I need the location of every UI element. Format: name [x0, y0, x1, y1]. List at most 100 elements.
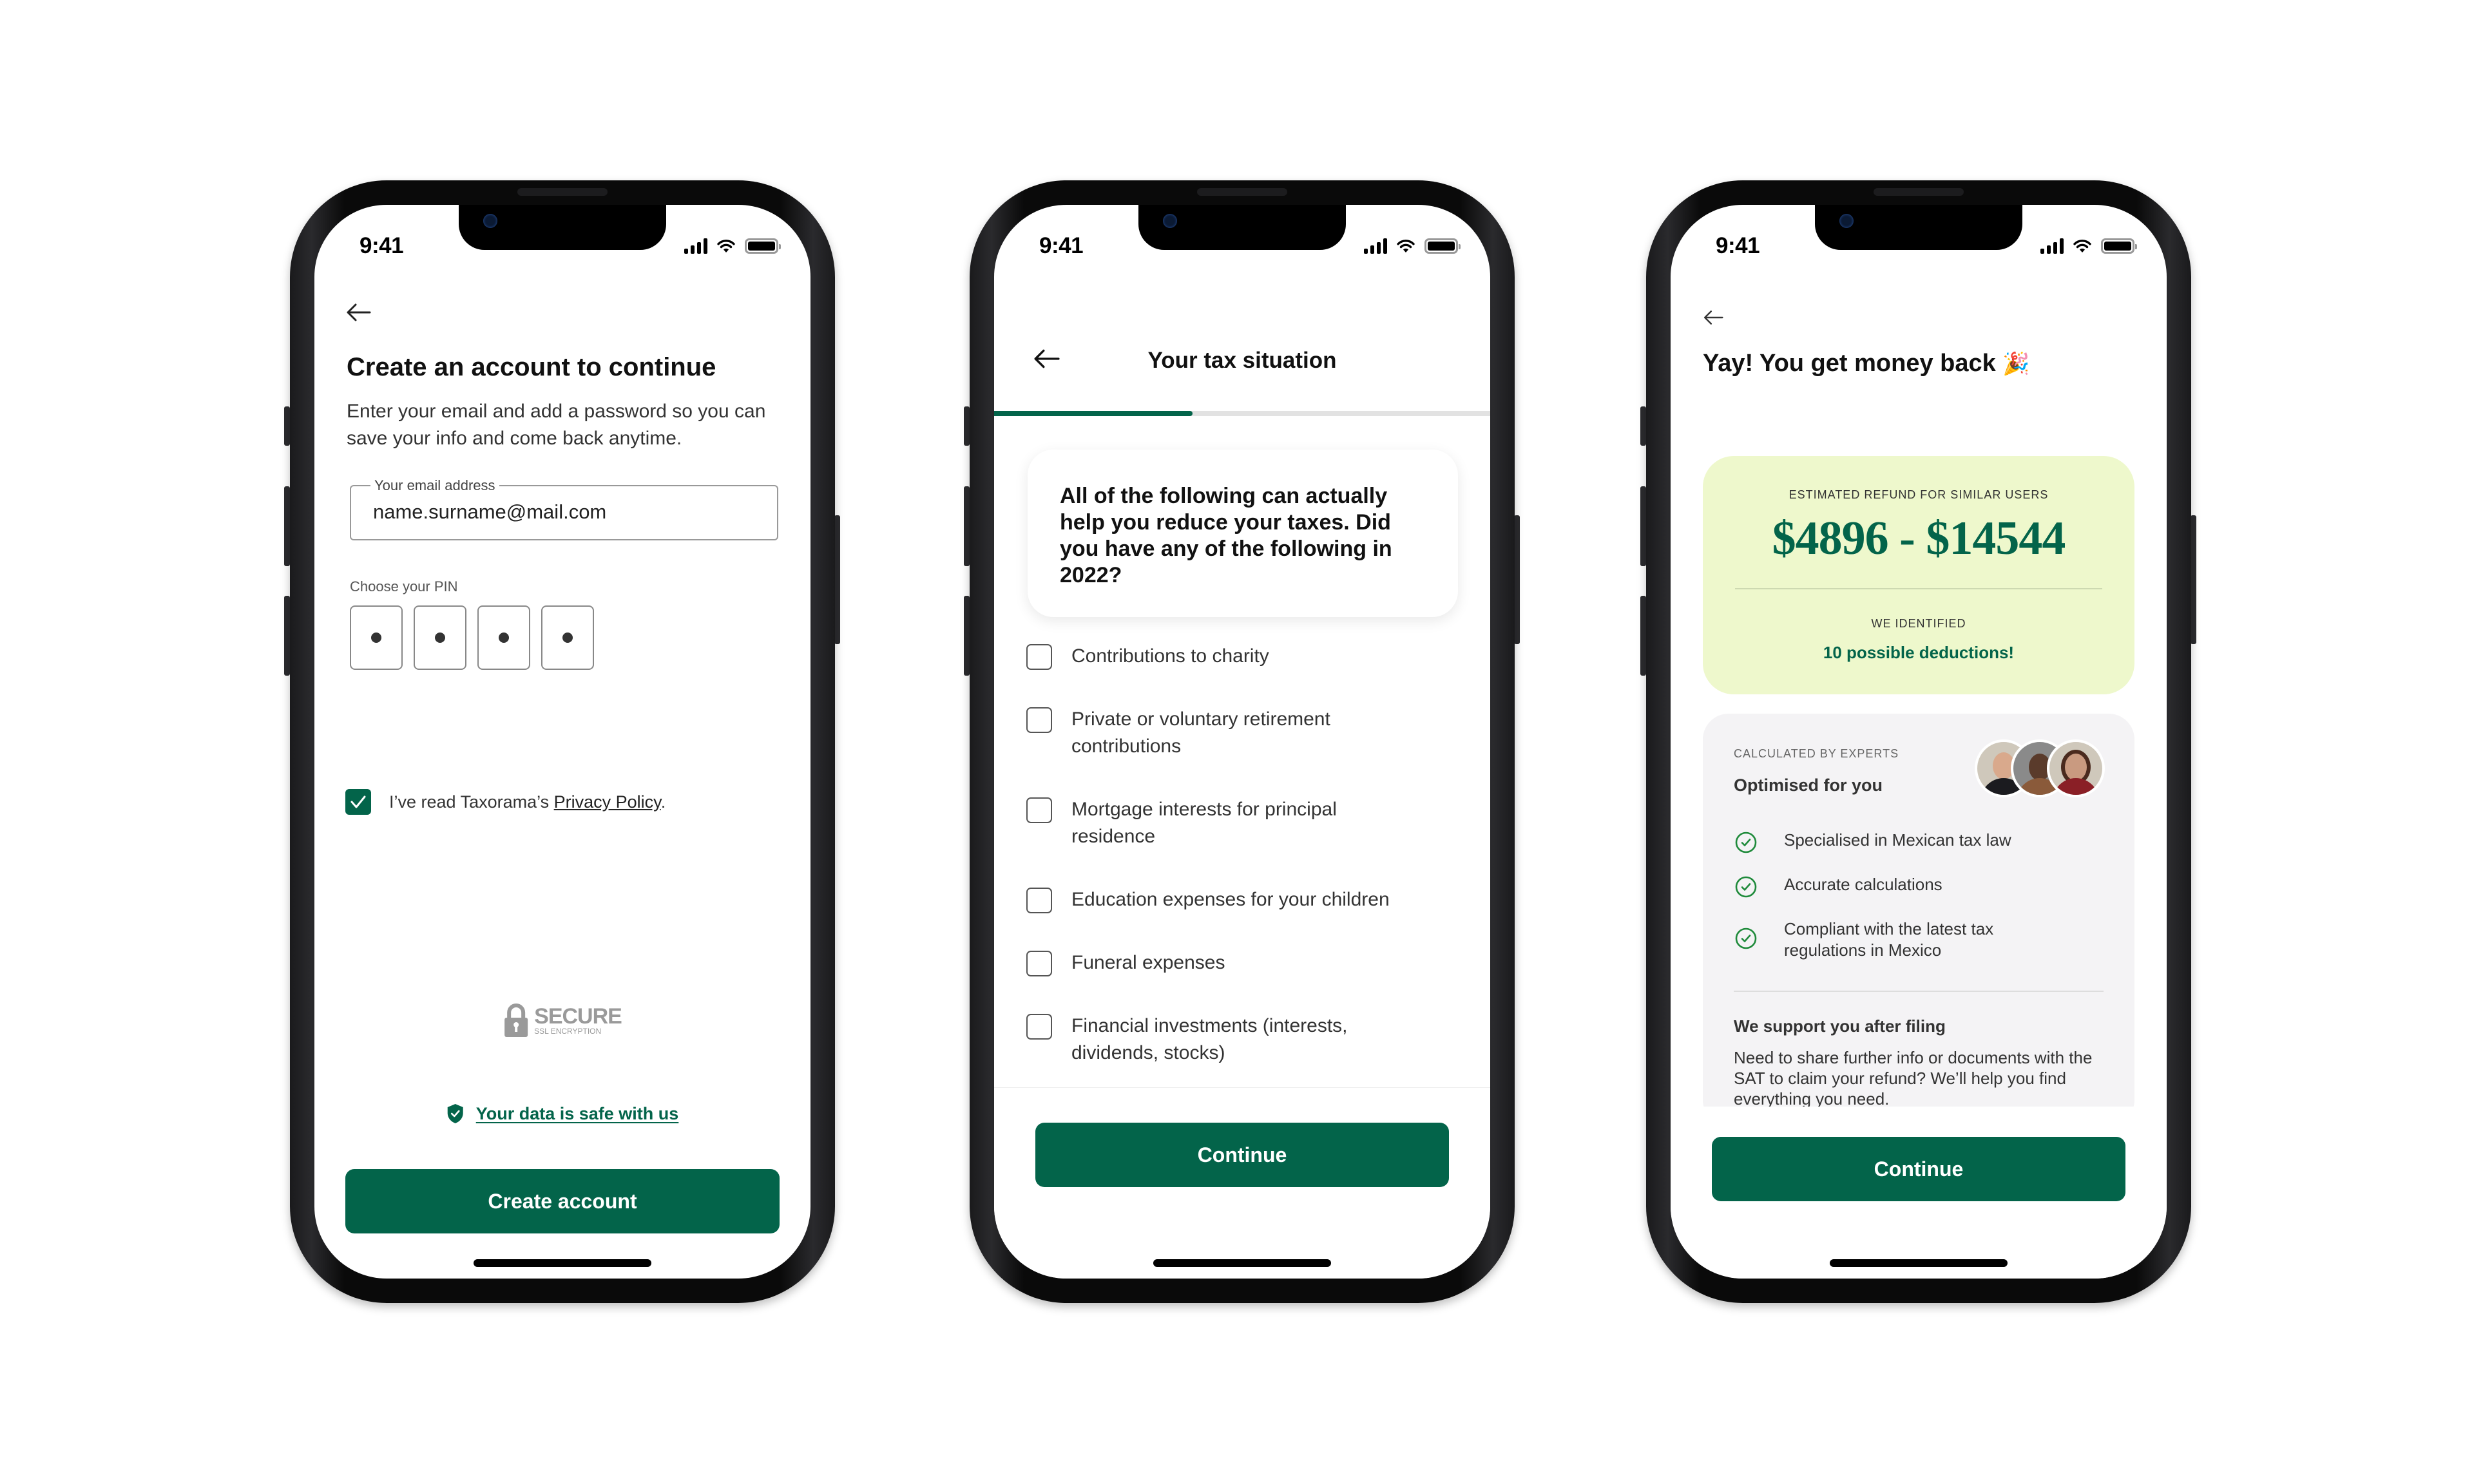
privacy-policy-link[interactable]: Privacy Policy	[554, 792, 661, 812]
speaker-grille	[517, 188, 608, 196]
status-time: 9:41	[1039, 233, 1084, 258]
cellular-signal-icon	[684, 238, 707, 254]
camera	[1839, 214, 1854, 228]
camera	[483, 214, 497, 228]
option-checkbox[interactable]	[1026, 1014, 1052, 1040]
option-checkbox[interactable]	[1026, 951, 1052, 976]
pin-input[interactable]	[350, 605, 594, 670]
option-checkbox[interactable]	[1026, 707, 1052, 733]
option-checkbox[interactable]	[1026, 888, 1052, 913]
check-circle-icon	[1735, 928, 1757, 949]
party-popper-icon: 🎉	[2002, 352, 2030, 376]
silent-switch	[964, 406, 970, 446]
phone-create-account: 9:41 Create an account to continue Enter…	[284, 180, 840, 1303]
battery-icon	[2101, 238, 2137, 254]
experts-card: CALCULATED BY EXPERTS Optimised for you …	[1703, 714, 2134, 1126]
phone-refund-estimate: 9:41 Yay! You get money back 🎉 ESTIMATED…	[1640, 180, 2196, 1303]
secure-subtitle: SSL ENCRYPTION	[534, 1027, 602, 1036]
experts-heading: Optimised for you	[1734, 775, 1883, 795]
progress-bar-fill	[994, 411, 1193, 416]
volume-up-button	[964, 486, 970, 566]
option-item[interactable]: Mortgage interests for principal residen…	[1026, 796, 1464, 850]
screen: 9:41 Yay! You get money back 🎉 ESTIMATED…	[1671, 205, 2167, 1279]
option-item[interactable]: Private or voluntary retirement contribu…	[1026, 706, 1464, 760]
option-label: Funeral expenses	[1071, 952, 1225, 973]
page-title: Yay! You get money back 🎉	[1703, 350, 2030, 377]
progress-bar	[994, 411, 1490, 416]
power-button	[834, 515, 840, 644]
data-safe-link[interactable]: Your data is safe with us	[446, 1103, 679, 1124]
privacy-consent: I’ve read Taxorama’s Privacy Policy.	[345, 789, 666, 815]
benefit-text: Accurate calculations	[1784, 875, 1942, 894]
page-title-text: Yay! You get money back	[1703, 350, 1996, 377]
consent-prefix: I’ve read Taxorama’s	[389, 792, 554, 812]
question-text: All of the following can actually help y…	[1060, 484, 1392, 587]
page-description: Enter your email and add a password so y…	[347, 401, 766, 449]
pin-dot	[435, 633, 445, 643]
cellular-signal-icon	[1364, 238, 1387, 254]
pin-digit[interactable]	[541, 605, 594, 670]
create-account-button[interactable]: Create account	[345, 1169, 780, 1233]
battery-icon	[745, 238, 781, 254]
pin-digit[interactable]	[350, 605, 403, 670]
status-bar: 9:41	[314, 233, 810, 259]
refund-eyebrow: ESTIMATED REFUND FOR SIMILAR USERS	[1788, 488, 2049, 501]
data-safe-link-text[interactable]: Your data is safe with us	[476, 1104, 679, 1124]
home-indicator	[1153, 1259, 1331, 1267]
back-arrow-icon[interactable]	[1703, 305, 1723, 330]
option-label: Private or voluntary retirement contribu…	[1071, 709, 1330, 757]
continue-button[interactable]: Continue	[1035, 1123, 1449, 1187]
email-input[interactable]	[373, 500, 760, 524]
cellular-signal-icon	[2040, 238, 2064, 254]
avatar	[2047, 739, 2105, 797]
continue-button[interactable]: Continue	[1712, 1137, 2125, 1201]
pin-digit[interactable]	[414, 605, 466, 670]
consent-suffix: .	[660, 792, 666, 812]
wifi-icon	[717, 240, 735, 252]
pin-dot	[562, 633, 573, 643]
check-circle-icon	[1735, 876, 1757, 898]
volume-down-button	[964, 596, 970, 676]
option-item[interactable]: Education expenses for your children	[1026, 886, 1464, 913]
option-item[interactable]: Funeral expenses	[1026, 949, 1464, 976]
option-item[interactable]: Contributions to charity	[1026, 643, 1464, 670]
option-label: Education expenses for your children	[1071, 889, 1390, 910]
refund-amount: $4896 - $14544	[1772, 512, 2066, 565]
privacy-checkbox[interactable]	[345, 789, 371, 815]
refund-estimate-card: ESTIMATED REFUND FOR SIMILAR USERS $4896…	[1703, 456, 2134, 694]
pin-digit[interactable]	[477, 605, 530, 670]
support-heading: We support you after filing	[1734, 1016, 1946, 1036]
pin-dot	[371, 633, 381, 643]
back-arrow-icon[interactable]	[345, 301, 371, 327]
volume-up-button	[1640, 486, 1646, 566]
check-icon	[350, 795, 366, 808]
option-item[interactable]: Financial investments (interests, divide…	[1026, 1013, 1464, 1067]
phone-tax-situation: 9:41 Your tax situation All of the follo…	[964, 180, 1520, 1303]
status-bar: 9:41	[994, 233, 1490, 259]
silent-switch	[284, 406, 290, 446]
status-time: 9:41	[360, 233, 404, 258]
email-field[interactable]: Your email address	[350, 477, 778, 540]
option-label: Contributions to charity	[1071, 645, 1269, 667]
status-time: 9:41	[1716, 233, 1760, 258]
check-circle-icon	[1735, 832, 1757, 853]
power-button	[2191, 515, 2196, 644]
expert-benefits: Specialised in Mexican tax law Accurate …	[1735, 830, 2096, 982]
header-title: Your tax situation	[1147, 348, 1337, 373]
screen: 9:41 Create an account to continue Enter…	[314, 205, 810, 1279]
pin-label: Choose your PIN	[350, 578, 458, 595]
status-bar: 9:41	[1671, 233, 2167, 259]
home-indicator	[474, 1259, 651, 1267]
volume-down-button	[284, 596, 290, 676]
divider	[1734, 991, 2104, 992]
deductions-count: 10 possible deductions!	[1823, 643, 2015, 662]
benefit-item: Specialised in Mexican tax law	[1735, 830, 2096, 853]
shield-check-icon	[447, 1104, 463, 1123]
option-checkbox[interactable]	[1026, 644, 1052, 670]
option-checkbox[interactable]	[1026, 797, 1052, 823]
question-card: All of the following can actually help y…	[1028, 450, 1458, 617]
expert-avatars	[1975, 739, 2105, 797]
option-label: Financial investments (interests, divide…	[1071, 1015, 1348, 1063]
identified-eyebrow: WE IDENTIFIED	[1871, 617, 1966, 630]
experts-eyebrow: CALCULATED BY EXPERTS	[1734, 747, 1899, 760]
